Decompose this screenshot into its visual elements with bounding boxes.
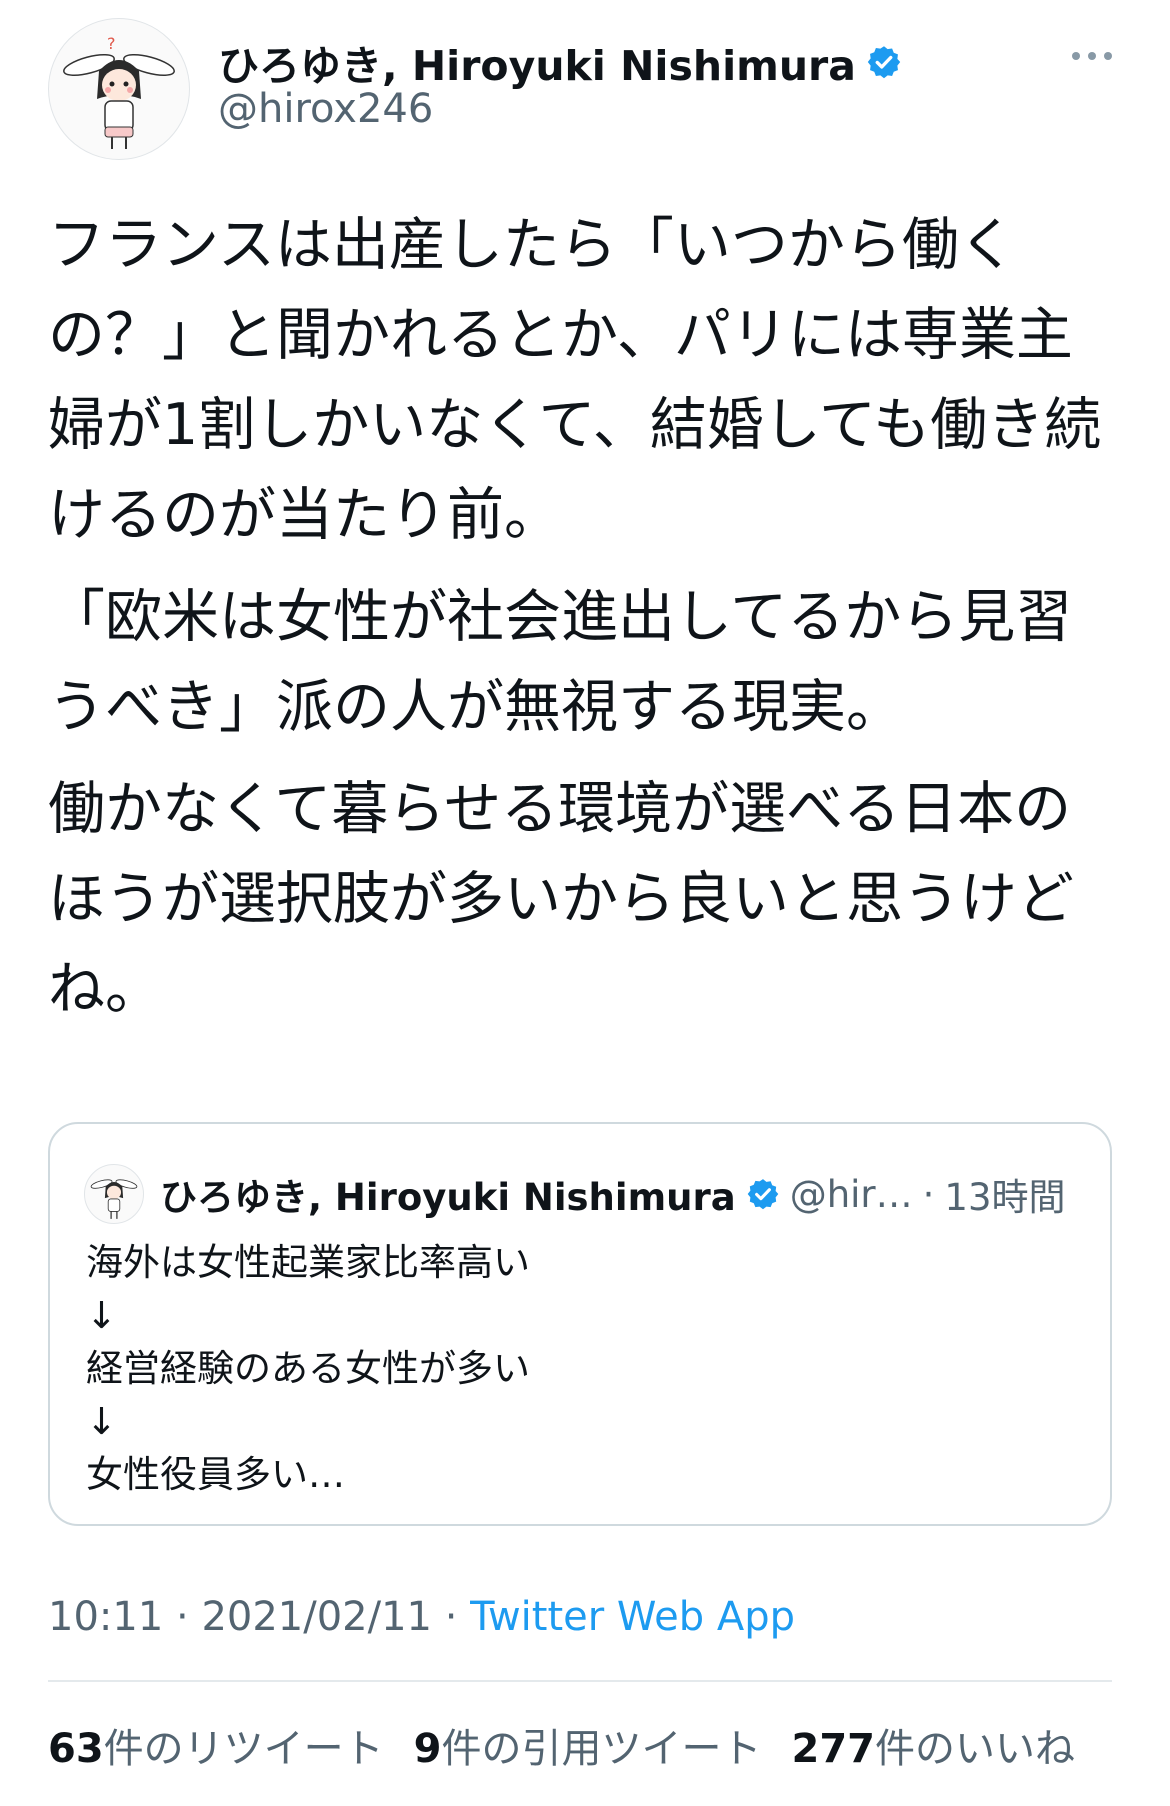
likes-count: 277 (791, 1726, 876, 1772)
quote-tweets-label: 件の引用ツイート (441, 1726, 762, 1772)
author-display-name[interactable]: ひろゆき, Hiroyuki Nishimura (218, 32, 856, 92)
quoted-author-avatar (84, 1164, 144, 1224)
quote-tweets-stat[interactable]: 9件の引用ツイート (414, 1716, 762, 1774)
more-dots-icon (1072, 52, 1112, 60)
bunny-character-avatar-icon: ? (63, 34, 175, 149)
verified-badge-icon (747, 1179, 778, 1210)
quoted-tweet-card[interactable]: ひろゆき, Hiroyuki Nishimura @hir… · 13時間 海外… (48, 1122, 1112, 1526)
quoted-tweet-time: 13時間 (944, 1176, 1066, 1219)
tweet-stats: 63件のリツイート 9件の引用ツイート 277件のいいね (48, 1716, 1075, 1774)
verified-badge-icon (867, 46, 901, 79)
tweet-source-link[interactable]: Twitter Web App (470, 1594, 795, 1640)
quoted-tweet-text: 海外は女性起業家比率高い ↓ 経営経験のある女性が多い ↓ 女性役員多い… (86, 1241, 530, 1496)
tweet-paragraph: 「欧米は女性が社会進出してるから見習うべき」派の人が無視する現実。 (48, 584, 1073, 740)
tweet-text: フランスは出産したら「いつから働くの？」と聞かれるとか、パリには専業主婦が1割し… (48, 200, 1128, 1046)
quoted-author-handle: @hir… (789, 1172, 913, 1216)
meta-separator: · (176, 1594, 189, 1640)
tweet-meta: 10:11 · 2021/02/11 · Twitter Web App (48, 1594, 795, 1640)
svg-text:?: ? (107, 34, 116, 53)
retweets-stat[interactable]: 63件のリツイート (48, 1716, 384, 1774)
tweet-paragraph: フランスは出産したら「いつから働くの？」と聞かれるとか、パリには専業主婦が1割し… (48, 212, 1102, 548)
divider (48, 1680, 1112, 1682)
retweets-label: 件のリツイート (103, 1726, 384, 1772)
tweet-header: ? ひろゆき, Hiroyuki Nishimura @hirox246 (48, 18, 1122, 160)
more-options-button[interactable] (1062, 36, 1122, 76)
tweet-paragraph: 働かなくて暮らせる環境が選べる日本のほうが選択肢が多いから良いと思うけどね。 (48, 776, 1074, 1022)
author-handle[interactable]: @hirox246 (218, 86, 433, 132)
likes-stat[interactable]: 277件のいいね (792, 1716, 1076, 1774)
quoted-separator: · (922, 1172, 935, 1216)
retweets-count: 63 (48, 1726, 104, 1772)
meta-separator: · (444, 1594, 458, 1640)
bunny-character-avatar-icon (90, 1179, 138, 1219)
tweet-time[interactable]: 10:11 (48, 1594, 163, 1640)
quote-tweets-count: 9 (413, 1726, 442, 1772)
likes-label: 件のいいね (875, 1726, 1076, 1772)
quoted-tweet-header: ひろゆき, Hiroyuki Nishimura @hir… · 13時間 (84, 1164, 1066, 1224)
author-avatar[interactable]: ? (48, 18, 190, 160)
tweet-date[interactable]: 2021/02/11 (201, 1594, 432, 1640)
author-name-row[interactable]: ひろゆき, Hiroyuki Nishimura (218, 32, 902, 92)
quoted-author-display-name: ひろゆき, Hiroyuki Nishimura (160, 1176, 736, 1219)
